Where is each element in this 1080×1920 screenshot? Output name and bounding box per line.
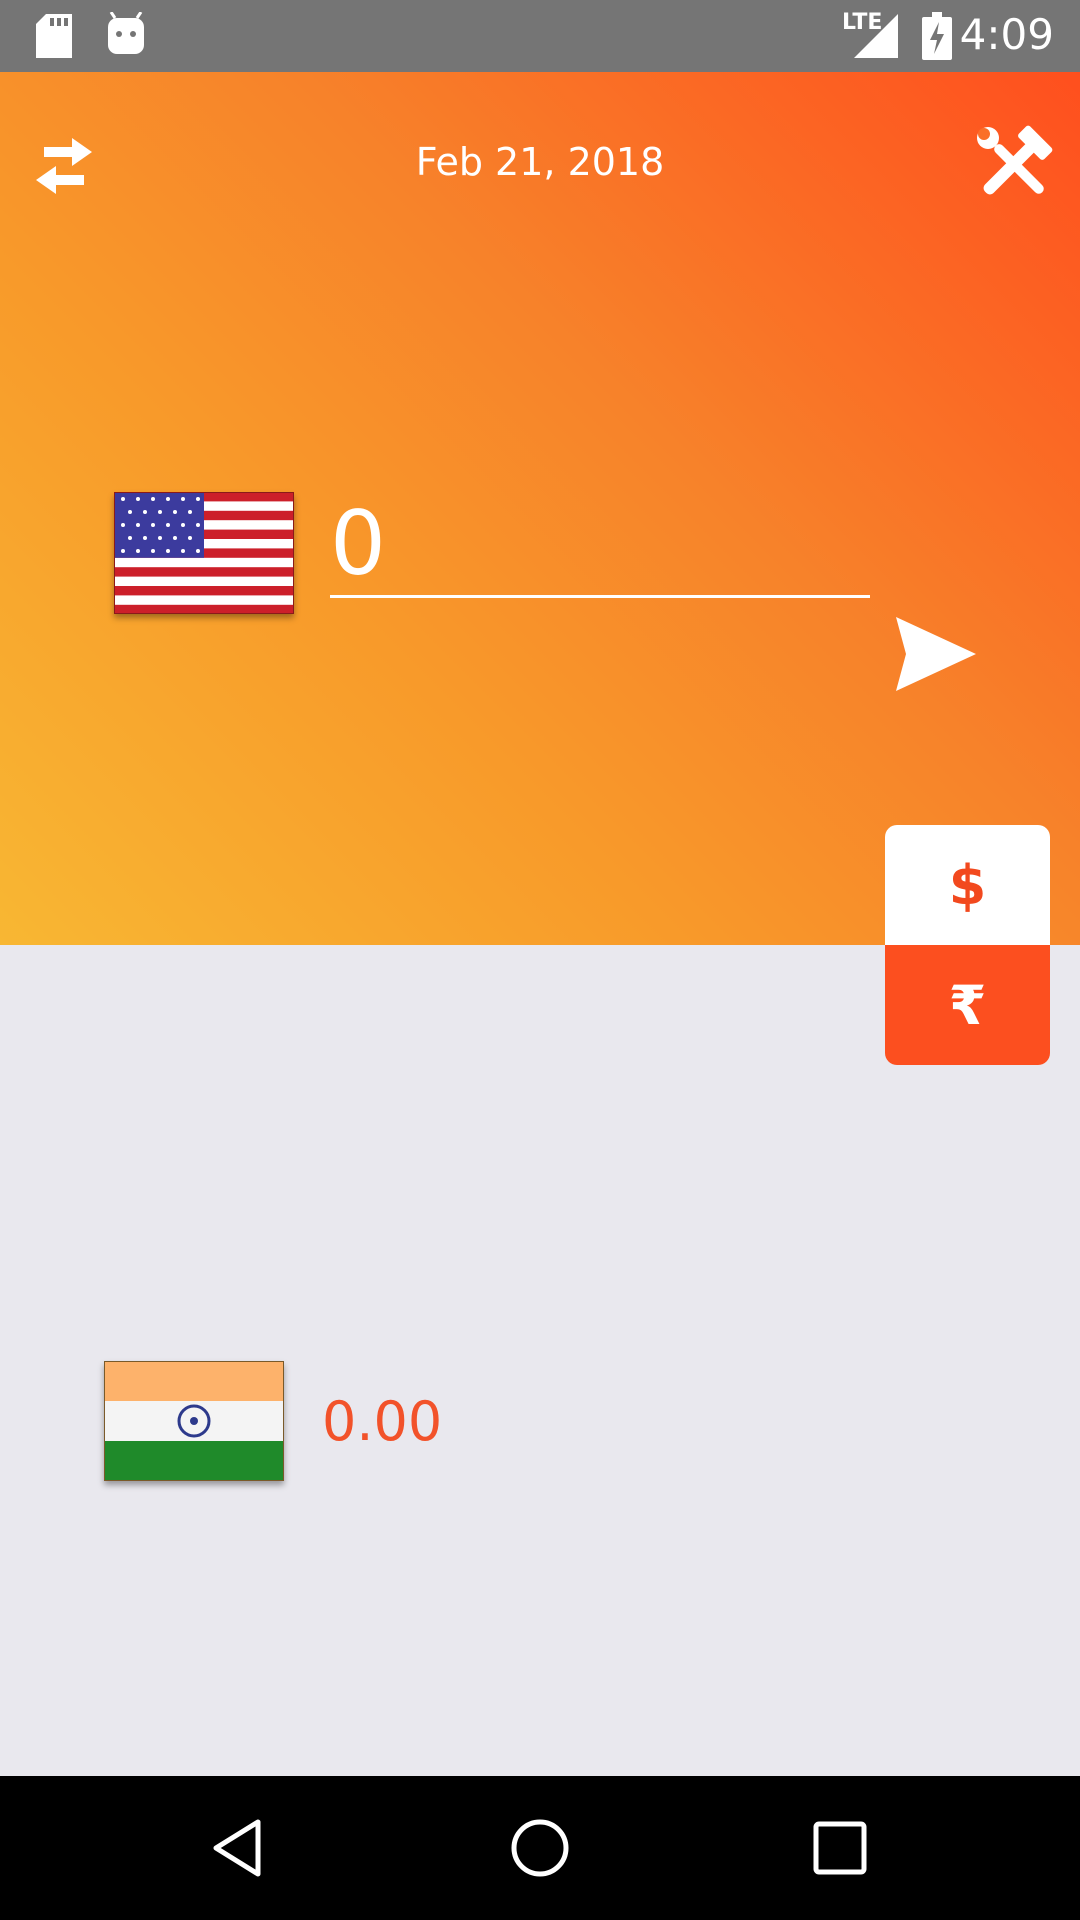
battery-charging-icon — [922, 12, 952, 60]
recents-icon[interactable] — [808, 1816, 872, 1880]
send-icon[interactable] — [896, 617, 976, 691]
converter-input-panel: Feb 21, 2018 — [0, 72, 1080, 945]
currency-toggle: $ ₹ — [885, 825, 1050, 1065]
conversion-date: Feb 21, 2018 — [415, 140, 665, 184]
amount-input[interactable] — [330, 492, 870, 598]
us-flag-icon — [114, 492, 294, 614]
status-bar: LTE 4:09 — [0, 0, 1080, 72]
usd-symbol-button[interactable]: $ — [885, 825, 1050, 945]
converted-result: 0.00 — [322, 1390, 443, 1453]
android-icon — [108, 12, 144, 54]
tools-icon[interactable] — [974, 124, 1054, 204]
back-icon[interactable] — [208, 1816, 272, 1880]
inr-symbol-button[interactable]: ₹ — [885, 945, 1050, 1065]
signal-icon — [854, 14, 898, 58]
home-icon[interactable] — [508, 1816, 572, 1880]
sd-card-icon — [36, 14, 72, 58]
india-flag-icon — [104, 1361, 284, 1481]
clock: 4:09 — [959, 10, 1054, 59]
navigation-bar — [0, 1776, 1080, 1920]
